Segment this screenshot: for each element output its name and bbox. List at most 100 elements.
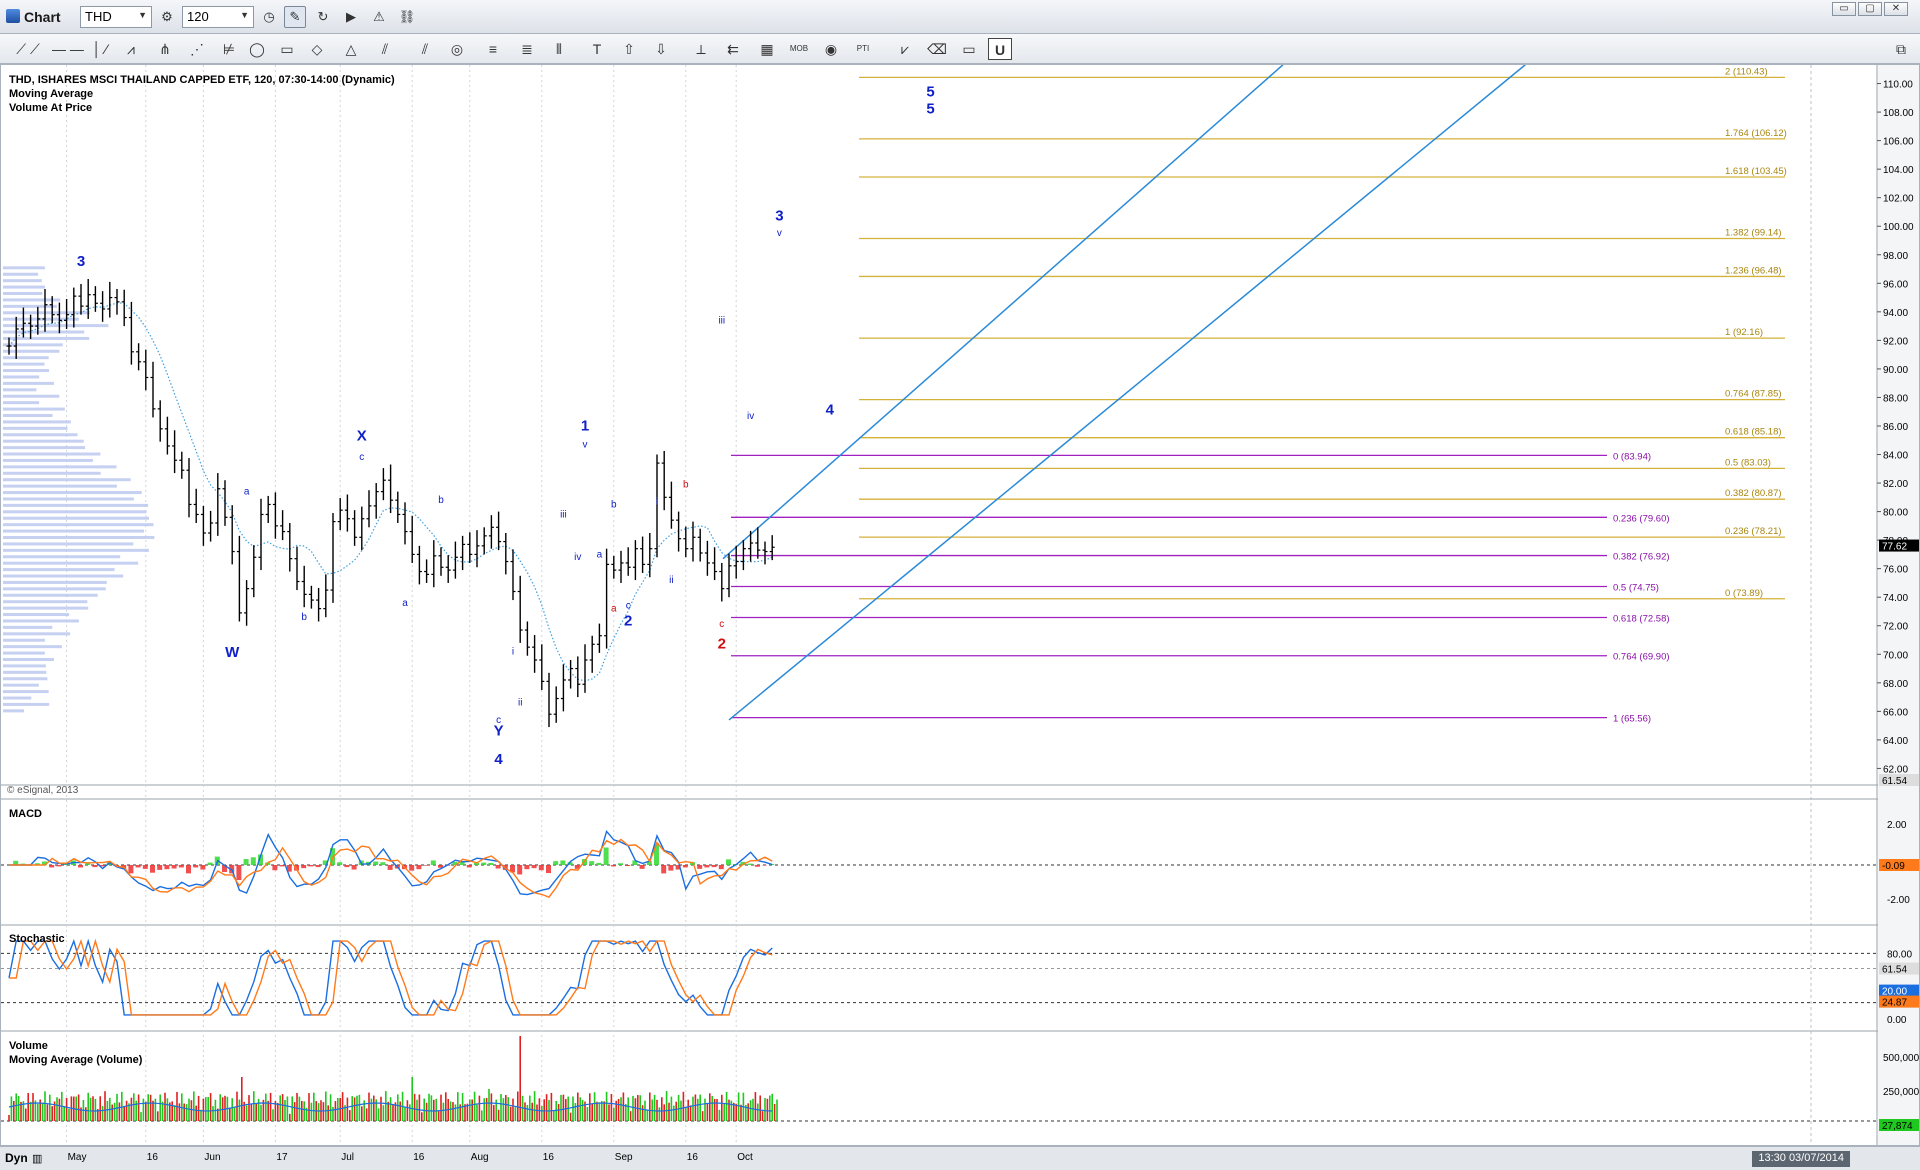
regression-tool-icon[interactable]: ⟂ [688,38,714,60]
macd-histogram-bar [186,865,191,874]
popout-icon[interactable]: ⧉ [1890,38,1912,60]
comment-icon[interactable]: ▭ [958,38,980,60]
wave-tool-icon[interactable]: ⩘ [116,38,146,60]
symbol-value: THD [85,9,112,24]
triangle-tool-icon[interactable]: △ [340,38,362,60]
ellipse-tool-icon[interactable]: ◯ [246,38,268,60]
minimize-button[interactable]: ▭ [1832,2,1856,16]
close-button[interactable]: ✕ [1884,2,1908,16]
volume-at-price-bar [3,349,60,353]
zigzag-tool-icon[interactable]: ⩗ [890,38,920,60]
volume-at-price-bar [3,369,50,373]
fib-extension-label: 0.5 (83.03) [1725,457,1771,468]
hline-tool-icon[interactable]: ― ― [52,38,84,60]
refresh-icon[interactable]: ↻ [312,6,334,28]
stochastic-d-badge: 24.87 [1882,998,1907,1009]
macd-histogram-bar [466,865,472,868]
gann-tool-icon[interactable]: ⊭ [214,38,244,60]
volume-at-price-bar [3,510,147,514]
vline-tool-icon[interactable]: │ ⁄ [86,38,114,60]
volume-at-price-bar [3,683,39,687]
volume-at-price-bar [3,709,25,713]
magnet-icon[interactable]: U [988,38,1012,60]
macd-histogram-bar [193,865,199,868]
grid-tool-icon[interactable]: ▦ [754,38,780,60]
restore-button[interactable]: ▢ [1858,2,1882,16]
mob-tool-icon[interactable]: MOB [786,38,812,60]
fib-retracement-icon[interactable]: ≡ [480,38,506,60]
macd-histogram-bar [351,865,357,870]
volume-at-price-bar [3,542,134,546]
wave-label: 3 [77,253,85,270]
interval-value: 120 [187,9,209,24]
fib-extension-label: 1.618 (103.45) [1725,166,1787,177]
rectangle-tool-icon[interactable]: ▭ [276,38,298,60]
alert-icon[interactable]: ⚠ [368,6,390,28]
fib-timezone-icon[interactable]: ⦀ [546,38,572,60]
volume-ma-title[interactable]: Moving Average (Volume) [9,1053,142,1067]
stochastic-title[interactable]: Stochastic [9,932,65,946]
macd-title[interactable]: MACD [9,807,42,821]
volume-at-price-bar [3,439,84,443]
chevron-down-icon: ▼ [138,10,147,20]
chart-area[interactable]: 112.00110.00108.00106.00104.00102.00100.… [0,64,1920,1146]
wave-label: iv [747,411,754,422]
cycle-tool-icon[interactable]: ⇇ [720,38,746,60]
diamond-tool-icon[interactable]: ◇ [306,38,328,60]
pitchfork-tool-icon[interactable]: ⋔ [150,38,180,60]
interval-input[interactable]: 120 ▼ [182,6,254,28]
x-tick-label: Oct [737,1152,753,1163]
study-moving-average[interactable]: Moving Average [9,87,395,101]
wave-label: v [583,439,588,450]
volume-title[interactable]: Volume [9,1039,142,1053]
scroll-icon[interactable]: ▥ [32,1152,42,1165]
wave-label: ii [518,698,522,709]
pti-tool-icon[interactable]: PTI [850,38,876,60]
macd-tick-label: -2.00 [1887,895,1910,906]
pencil-icon[interactable]: ✎ [284,6,306,28]
volume-at-price-bar [3,657,54,661]
fan-tool-icon[interactable]: ⋰ [182,38,212,60]
volume-at-price-bar [3,529,144,533]
volume-at-price-bar [3,645,62,649]
price-chart[interactable]: 112.00110.00108.00106.00104.00102.00100.… [1,65,1919,1145]
fib-extension-label: 0.764 (87.85) [1725,389,1782,400]
macd-histogram-bar [423,865,429,866]
drawing-toolbar: ⟋ ⟋ ― ― │ ⁄ ⩘ ⋔ ⋰ ⊭ ◯ ▭ ◇ △ ⫽ ⫽ ◎ ≡ ≣ ⦀ … [0,34,1920,64]
y-tick-label: 88.00 [1883,393,1908,404]
volume-at-price-bar [3,279,42,283]
volume-at-price-bar [3,433,78,437]
eye-tool-icon[interactable]: ◉ [818,38,844,60]
macd-histogram-bar [481,862,487,865]
y-tick-label: 102.00 [1883,194,1914,205]
y-tick-label: 82.00 [1883,479,1908,490]
parallel-tool-icon[interactable]: ⫽ [372,38,398,60]
fib-extension-label: 1.236 (96.48) [1725,265,1782,276]
settings-icon[interactable]: ⚙ [156,6,178,28]
chart-app-icon [6,9,20,23]
clock-icon[interactable]: ◷ [258,6,280,28]
arrow-down-icon[interactable]: ⇩ [648,38,674,60]
symbol-input[interactable]: THD ▼ [80,6,152,28]
volume-at-price-bar [3,491,142,495]
macd-histogram-bar [279,865,285,867]
channel-tool-icon[interactable]: ⫽ [410,38,440,60]
wave-label: X [357,427,367,444]
eraser-icon[interactable]: ⌫ [926,38,948,60]
macd-histogram-bar [618,863,623,865]
dyn-mode-label[interactable]: Dyn [5,1151,28,1165]
play-icon[interactable]: ▶ [340,6,362,28]
fib-extension-icon[interactable]: ≣ [514,38,540,60]
window-title: Chart [24,9,61,25]
wave-label: a [244,486,250,497]
trendline-tool-icon[interactable]: ⟋ ⟋ [8,38,48,60]
study-volume-at-price[interactable]: Volume At Price [9,101,395,115]
volume-at-price-bar [3,497,134,501]
link-icon[interactable]: ⛓ [396,6,418,28]
wave-label: b [438,495,444,506]
circle-target-icon[interactable]: ◎ [446,38,468,60]
text-tool-icon[interactable]: T [584,38,610,60]
macd-histogram-bar [207,862,213,865]
arrow-up-icon[interactable]: ⇧ [616,38,642,60]
macd-histogram-bar [639,865,645,869]
